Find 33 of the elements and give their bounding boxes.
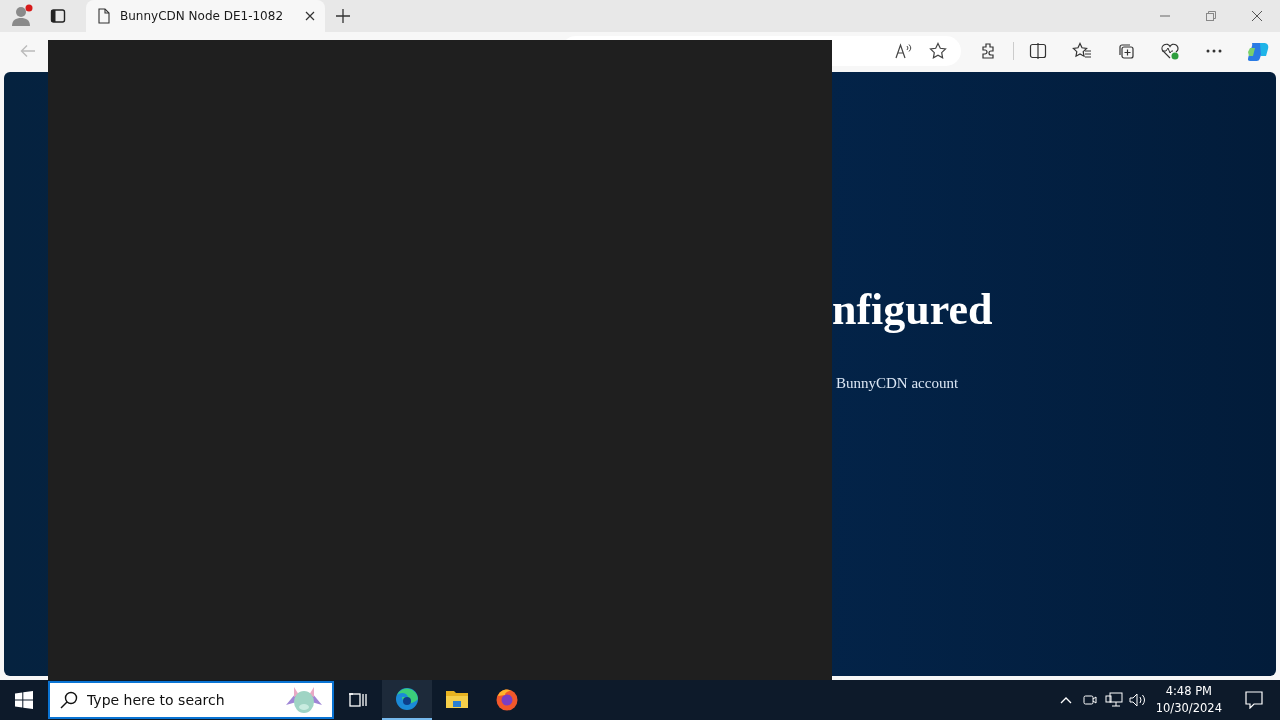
health-heart-icon[interactable] <box>1160 41 1180 60</box>
volume-icon[interactable] <box>1128 692 1147 708</box>
page-heading: nfigured <box>832 283 994 336</box>
profile-icon[interactable] <box>10 4 34 28</box>
notifications-icon[interactable] <box>1245 691 1263 709</box>
restore-icon[interactable] <box>1206 11 1216 21</box>
file-explorer-icon[interactable] <box>445 688 469 710</box>
network-icon[interactable] <box>1104 692 1123 708</box>
edge-icon[interactable] <box>395 687 419 711</box>
favorite-star-icon[interactable] <box>929 41 947 60</box>
chevron-up-icon[interactable] <box>1059 696 1072 704</box>
search-field[interactable]: Type here to search <box>87 692 263 708</box>
new-tab-icon[interactable] <box>336 9 350 23</box>
favorites-icon[interactable] <box>1072 41 1092 60</box>
camera-icon[interactable] <box>1082 692 1097 708</box>
browser-tab[interactable]: BunnyCDN Node DE1-1082 <box>86 0 325 32</box>
clock[interactable]: 4:48 PM 10/30/2024 <box>1155 683 1222 717</box>
split-screen-icon[interactable] <box>1029 41 1047 60</box>
close-icon[interactable] <box>305 11 315 21</box>
search-icon <box>60 691 78 709</box>
page-text: BunnyCDN account <box>836 374 960 392</box>
taskbar-search-bar[interactable]: Type here to search <box>48 681 334 719</box>
read-aloud-icon[interactable] <box>895 42 913 59</box>
task-view-icon[interactable] <box>349 692 367 708</box>
close-icon[interactable] <box>1252 11 1262 21</box>
taskbar-app-button[interactable] <box>382 680 432 720</box>
more-icon[interactable] <box>1206 48 1222 53</box>
collections-icon[interactable] <box>1117 41 1135 60</box>
firefox-icon[interactable] <box>495 687 519 711</box>
windows-start-icon[interactable] <box>15 691 33 709</box>
page-icon <box>98 8 110 24</box>
tab-actions-icon[interactable] <box>50 8 66 24</box>
tab-title: BunnyCDN Node DE1-1082 <box>120 9 285 23</box>
